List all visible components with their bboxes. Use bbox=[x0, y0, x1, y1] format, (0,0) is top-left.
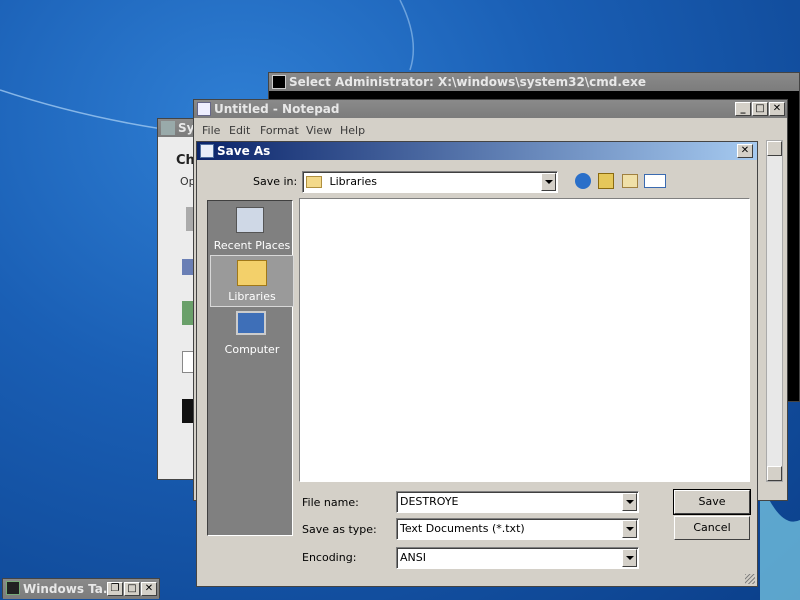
sysprops-title: Sy bbox=[178, 121, 195, 135]
scroll-down-arrow[interactable] bbox=[767, 466, 782, 481]
task-manager-titlebar[interactable]: Windows Ta... ❐ □ ✕ bbox=[3, 579, 159, 599]
sysprops-icon bbox=[161, 121, 175, 135]
computer-icon bbox=[236, 311, 266, 335]
notepad-scrollbar[interactable] bbox=[766, 140, 783, 482]
save-as-type-select[interactable]: Text Documents (*.txt) bbox=[396, 518, 639, 540]
places-bar: Recent Places Libraries Computer bbox=[207, 200, 294, 536]
file-list[interactable] bbox=[299, 198, 750, 482]
view-menu-icon[interactable] bbox=[644, 174, 666, 188]
place-recent-places[interactable]: Recent Places bbox=[210, 203, 294, 255]
save-in-value: Libraries bbox=[329, 175, 378, 188]
save-as-type-value: Text Documents (*.txt) bbox=[400, 522, 525, 535]
file-name-value: DESTROYE bbox=[400, 495, 459, 508]
save-button[interactable]: Save bbox=[673, 489, 751, 515]
menu-help[interactable]: Help bbox=[340, 124, 365, 137]
save-as-titlebar[interactable]: Save As ✕ bbox=[197, 142, 757, 160]
maximize-button[interactable]: □ bbox=[752, 102, 768, 116]
libraries-icon bbox=[237, 260, 267, 286]
place-label-recent: Recent Places bbox=[213, 239, 291, 252]
place-libraries[interactable]: Libraries bbox=[210, 255, 294, 307]
recent-places-icon bbox=[236, 207, 264, 233]
menu-edit[interactable]: Edit bbox=[229, 124, 250, 137]
scroll-up-arrow[interactable] bbox=[767, 141, 782, 156]
tm-restore-button[interactable]: ❐ bbox=[107, 582, 123, 596]
folder-icon bbox=[306, 176, 322, 188]
up-folder-icon[interactable] bbox=[598, 173, 614, 189]
menu-format[interactable]: Format bbox=[260, 124, 299, 137]
cmd-icon bbox=[272, 75, 286, 89]
task-manager-icon bbox=[6, 581, 20, 595]
encoding-dropdown-icon[interactable] bbox=[622, 549, 637, 567]
notepad-title: Untitled - Notepad bbox=[214, 102, 340, 116]
save-as-type-label: Save as type: bbox=[302, 523, 377, 536]
save-as-dialog[interactable]: Save As ✕ Save in: Libraries Recent Plac… bbox=[196, 141, 758, 587]
save-as-type-dropdown-icon[interactable] bbox=[622, 520, 637, 538]
dialog-close-button[interactable]: ✕ bbox=[737, 144, 753, 158]
notepad-titlebar[interactable]: Untitled - Notepad _ □ ✕ bbox=[194, 100, 787, 118]
sysprops-heading: Ch bbox=[176, 153, 195, 168]
save-in-label: Save in: bbox=[253, 175, 298, 188]
file-name-dropdown-icon[interactable] bbox=[622, 493, 637, 511]
cancel-button[interactable]: Cancel bbox=[674, 516, 750, 540]
save-in-combo[interactable]: Libraries bbox=[302, 171, 558, 193]
desktop: Select Administrator: X:\windows\system3… bbox=[0, 0, 800, 600]
minimize-button[interactable]: _ bbox=[735, 102, 751, 116]
encoding-select[interactable]: ANSI bbox=[396, 547, 639, 569]
cmd-title: Select Administrator: X:\windows\system3… bbox=[289, 75, 646, 89]
file-name-input[interactable]: DESTROYE bbox=[396, 491, 639, 513]
file-name-label: File name: bbox=[302, 496, 359, 509]
tm-close-button[interactable]: ✕ bbox=[141, 582, 157, 596]
save-as-icon bbox=[200, 144, 214, 158]
encoding-label: Encoding: bbox=[302, 551, 357, 564]
task-manager-minimized[interactable]: Windows Ta... ❐ □ ✕ bbox=[2, 578, 160, 599]
close-button[interactable]: ✕ bbox=[769, 102, 785, 116]
place-computer[interactable]: Computer bbox=[210, 307, 294, 359]
notepad-icon bbox=[197, 102, 211, 116]
save-as-title: Save As bbox=[217, 144, 271, 158]
resize-grip-icon[interactable] bbox=[745, 574, 755, 584]
menu-view[interactable]: View bbox=[306, 124, 332, 137]
place-label-libraries: Libraries bbox=[228, 290, 276, 303]
encoding-value: ANSI bbox=[400, 551, 426, 564]
back-icon[interactable] bbox=[575, 173, 591, 189]
new-folder-icon[interactable] bbox=[622, 174, 638, 188]
chevron-down-icon[interactable] bbox=[541, 173, 556, 191]
task-manager-title: Windows Ta... bbox=[23, 582, 117, 596]
cmd-titlebar[interactable]: Select Administrator: X:\windows\system3… bbox=[269, 73, 799, 91]
place-label-computer: Computer bbox=[224, 343, 280, 356]
menu-file[interactable]: File bbox=[202, 124, 220, 137]
tm-maximize-button[interactable]: □ bbox=[124, 582, 140, 596]
